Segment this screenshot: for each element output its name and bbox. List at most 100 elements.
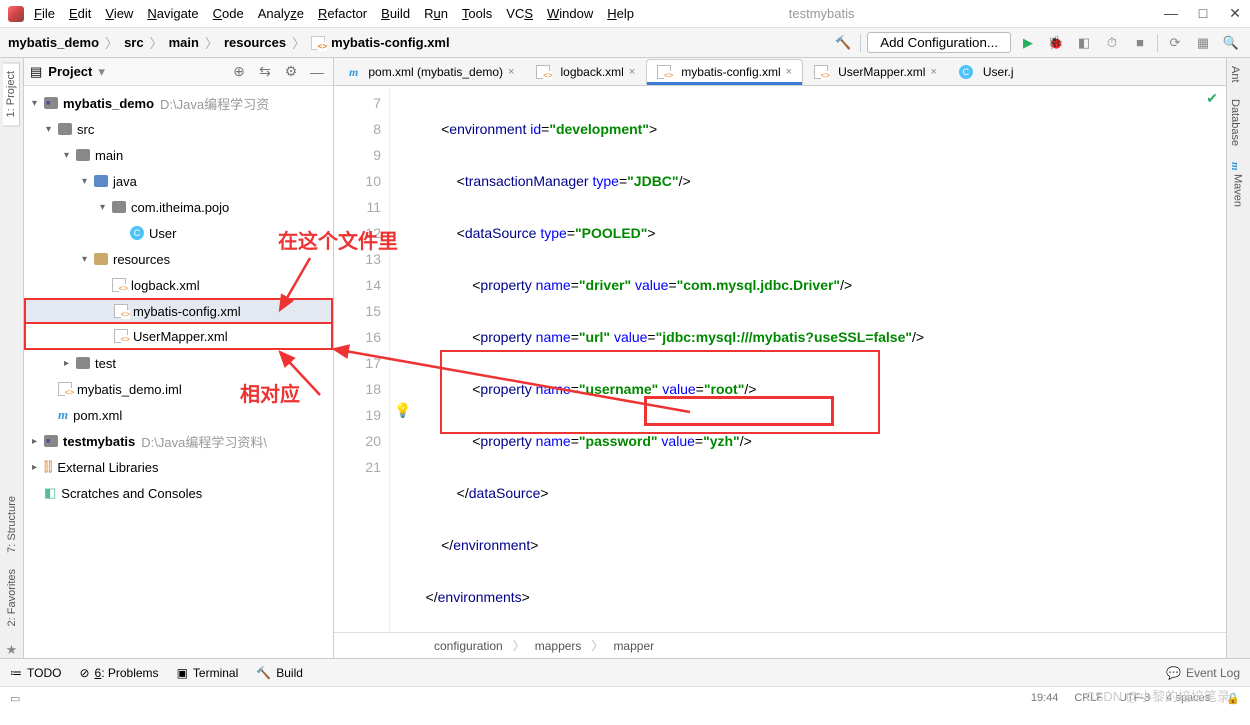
menu-refactor[interactable]: Refactor xyxy=(318,6,367,21)
maximize-icon[interactable]: □ xyxy=(1196,5,1210,22)
profile-icon[interactable]: ⏱ xyxy=(1101,32,1123,54)
tree-node-package[interactable]: ▾com.itheima.pojo xyxy=(24,194,333,220)
tool-tab-database[interactable]: Database xyxy=(1227,91,1243,154)
tree-node-src[interactable]: ▾src xyxy=(24,116,333,142)
hammer-icon[interactable]: 🔨 xyxy=(832,32,854,54)
tree-node-main[interactable]: ▾main xyxy=(24,142,333,168)
panel-title: Project xyxy=(48,64,92,79)
tab-usermapper[interactable]: UserMapper.xml× xyxy=(803,59,948,85)
menu-vcs[interactable]: VCS xyxy=(506,6,533,21)
breadcrumb-item[interactable]: resources xyxy=(224,35,286,50)
title-bar: File Edit View Navigate Code Analyze Ref… xyxy=(0,0,1250,28)
tree-node-test[interactable]: ▸test xyxy=(24,350,333,376)
panel-icon: ▤ xyxy=(30,64,42,80)
status-bar: ▭ 19:44 CRLF UTF-8 4 spaces 🔒 xyxy=(0,686,1250,710)
breadcrumb-item[interactable]: main xyxy=(169,35,199,50)
breadcrumb: mybatis_demo〉 src〉 main〉 resources〉 myba… xyxy=(8,33,450,52)
close-icon[interactable]: ✕ xyxy=(1228,5,1242,22)
code-content[interactable]: <environment id="development"> <transact… xyxy=(390,86,1226,632)
project-tree: ▾mybatis_demoD:\Java编程学习资 ▾src ▾main ▾ja… xyxy=(24,86,333,658)
debug-icon[interactable]: 🐞 xyxy=(1045,32,1067,54)
breadcrumb-item[interactable]: mybatis-config.xml xyxy=(331,35,449,50)
crumb-item[interactable]: mapper xyxy=(613,639,654,653)
tool-tab-ant[interactable]: Ant xyxy=(1227,58,1243,91)
event-log[interactable]: 💬Event Log xyxy=(1166,666,1240,680)
project-panel: ▤ Project ▾ ⊕ ⇆ ⚙ — ▾mybatis_demoD:\Java… xyxy=(24,58,334,658)
right-tool-gutter: Ant Database mMaven xyxy=(1226,58,1250,658)
tool-todo[interactable]: ≔TODO xyxy=(10,666,61,680)
breadcrumb-item[interactable]: src xyxy=(124,35,144,50)
code-editor[interactable]: ✔ 7891011 1213141516 1718192021 <environ… xyxy=(334,86,1226,632)
menu-view[interactable]: View xyxy=(105,6,133,21)
watermark: CSDN @小黎的培培笔录 xyxy=(1085,686,1230,705)
code-breadcrumb: configuration〉 mappers〉 mapper xyxy=(334,632,1226,658)
menu-navigate[interactable]: Navigate xyxy=(147,6,198,21)
tool-tab-project[interactable]: 1: Project xyxy=(3,62,20,126)
menu-window[interactable]: Window xyxy=(547,6,593,21)
tree-node-user-class[interactable]: CUser xyxy=(24,220,333,246)
toolbar: mybatis_demo〉 src〉 main〉 resources〉 myba… xyxy=(0,28,1250,58)
close-icon[interactable]: × xyxy=(629,66,635,78)
tree-node-testmybatis[interactable]: ▸testmybatisD:\Java编程学习资料\ xyxy=(24,428,333,454)
minimize-icon[interactable]: — xyxy=(1164,5,1178,22)
lightbulb-icon[interactable]: 💡 xyxy=(394,402,411,419)
editor-area: mpom.xml (mybatis_demo)× logback.xml× my… xyxy=(334,58,1226,658)
star-icon: ★ xyxy=(6,642,18,658)
menu-edit[interactable]: Edit xyxy=(69,6,91,21)
tool-tab-maven[interactable]: mMaven xyxy=(1227,154,1248,216)
status-icon[interactable]: ▭ xyxy=(10,692,20,705)
stop-icon[interactable]: ■ xyxy=(1129,32,1151,54)
expand-icon[interactable]: ⇆ xyxy=(255,62,275,82)
menu-run[interactable]: Run xyxy=(424,6,448,21)
tree-node-external-libs[interactable]: ▸⫿⫿External Libraries xyxy=(24,454,333,480)
tab-logback[interactable]: logback.xml× xyxy=(525,59,646,85)
tab-user[interactable]: CUser.j xyxy=(948,59,1025,85)
close-icon[interactable]: × xyxy=(786,66,792,78)
git-update-icon[interactable]: ⟳ xyxy=(1164,32,1186,54)
menu-tools[interactable]: Tools xyxy=(462,6,492,21)
tree-node-java[interactable]: ▾java xyxy=(24,168,333,194)
tree-node-pom[interactable]: mpom.xml xyxy=(24,402,333,428)
tree-node-root[interactable]: ▾mybatis_demoD:\Java编程学习资 xyxy=(24,90,333,116)
close-icon[interactable]: × xyxy=(930,66,936,78)
gear-icon[interactable]: ⚙ xyxy=(281,62,301,82)
run-icon[interactable]: ▶ xyxy=(1017,32,1039,54)
hide-icon[interactable]: — xyxy=(307,62,327,82)
menu-code[interactable]: Code xyxy=(213,6,244,21)
close-icon[interactable]: × xyxy=(508,66,514,78)
crumb-item[interactable]: configuration xyxy=(434,639,503,653)
tree-node-mybatis-config[interactable]: mybatis-config.xml xyxy=(24,298,333,324)
xml-file-icon xyxy=(311,36,325,50)
add-configuration-button[interactable]: Add Configuration... xyxy=(867,32,1011,53)
left-tool-gutter: 1: Project 7: Structure 2: Favorites ★ xyxy=(0,58,24,658)
tab-mybatis-config[interactable]: mybatis-config.xml× xyxy=(646,59,803,85)
chevron-down-icon[interactable]: ▾ xyxy=(98,64,105,80)
tree-node-resources[interactable]: ▾resources xyxy=(24,246,333,272)
tab-pom[interactable]: mpom.xml (mybatis_demo)× xyxy=(338,59,525,85)
tool-tab-favorites[interactable]: 2: Favorites xyxy=(4,561,20,634)
tool-tab-structure[interactable]: 7: Structure xyxy=(4,488,20,561)
menu-analyze[interactable]: Analyze xyxy=(258,6,304,21)
tool-problems[interactable]: ⊘6: Problems xyxy=(79,666,158,680)
coverage-icon[interactable]: ◧ xyxy=(1073,32,1095,54)
tree-node-usermapper[interactable]: UserMapper.xml xyxy=(24,324,333,350)
status-time: 19:44 xyxy=(1031,692,1059,705)
app-logo-icon xyxy=(8,6,24,22)
breadcrumb-item[interactable]: mybatis_demo xyxy=(8,35,99,50)
structure-icon[interactable]: ▦ xyxy=(1192,32,1214,54)
menu-help[interactable]: Help xyxy=(607,6,634,21)
menu-build[interactable]: Build xyxy=(381,6,410,21)
crumb-item[interactable]: mappers xyxy=(535,639,582,653)
main-menu: File Edit View Navigate Code Analyze Ref… xyxy=(34,6,634,21)
tree-node-iml[interactable]: mybatis_demo.iml xyxy=(24,376,333,402)
target-icon[interactable]: ⊕ xyxy=(229,62,249,82)
line-gutter: 7891011 1213141516 1718192021 xyxy=(334,86,390,632)
tool-terminal[interactable]: ▣Terminal xyxy=(177,666,239,680)
editor-tabs: mpom.xml (mybatis_demo)× logback.xml× my… xyxy=(334,58,1226,86)
bottom-tool-bar: ≔TODO ⊘6: Problems ▣Terminal 🔨Build 💬Eve… xyxy=(0,658,1250,686)
tool-build[interactable]: 🔨Build xyxy=(256,666,303,680)
menu-file[interactable]: File xyxy=(34,6,55,21)
search-icon[interactable]: 🔍 xyxy=(1220,32,1242,54)
tree-node-scratches[interactable]: ◧Scratches and Consoles xyxy=(24,480,333,506)
tree-node-logback[interactable]: logback.xml xyxy=(24,272,333,298)
